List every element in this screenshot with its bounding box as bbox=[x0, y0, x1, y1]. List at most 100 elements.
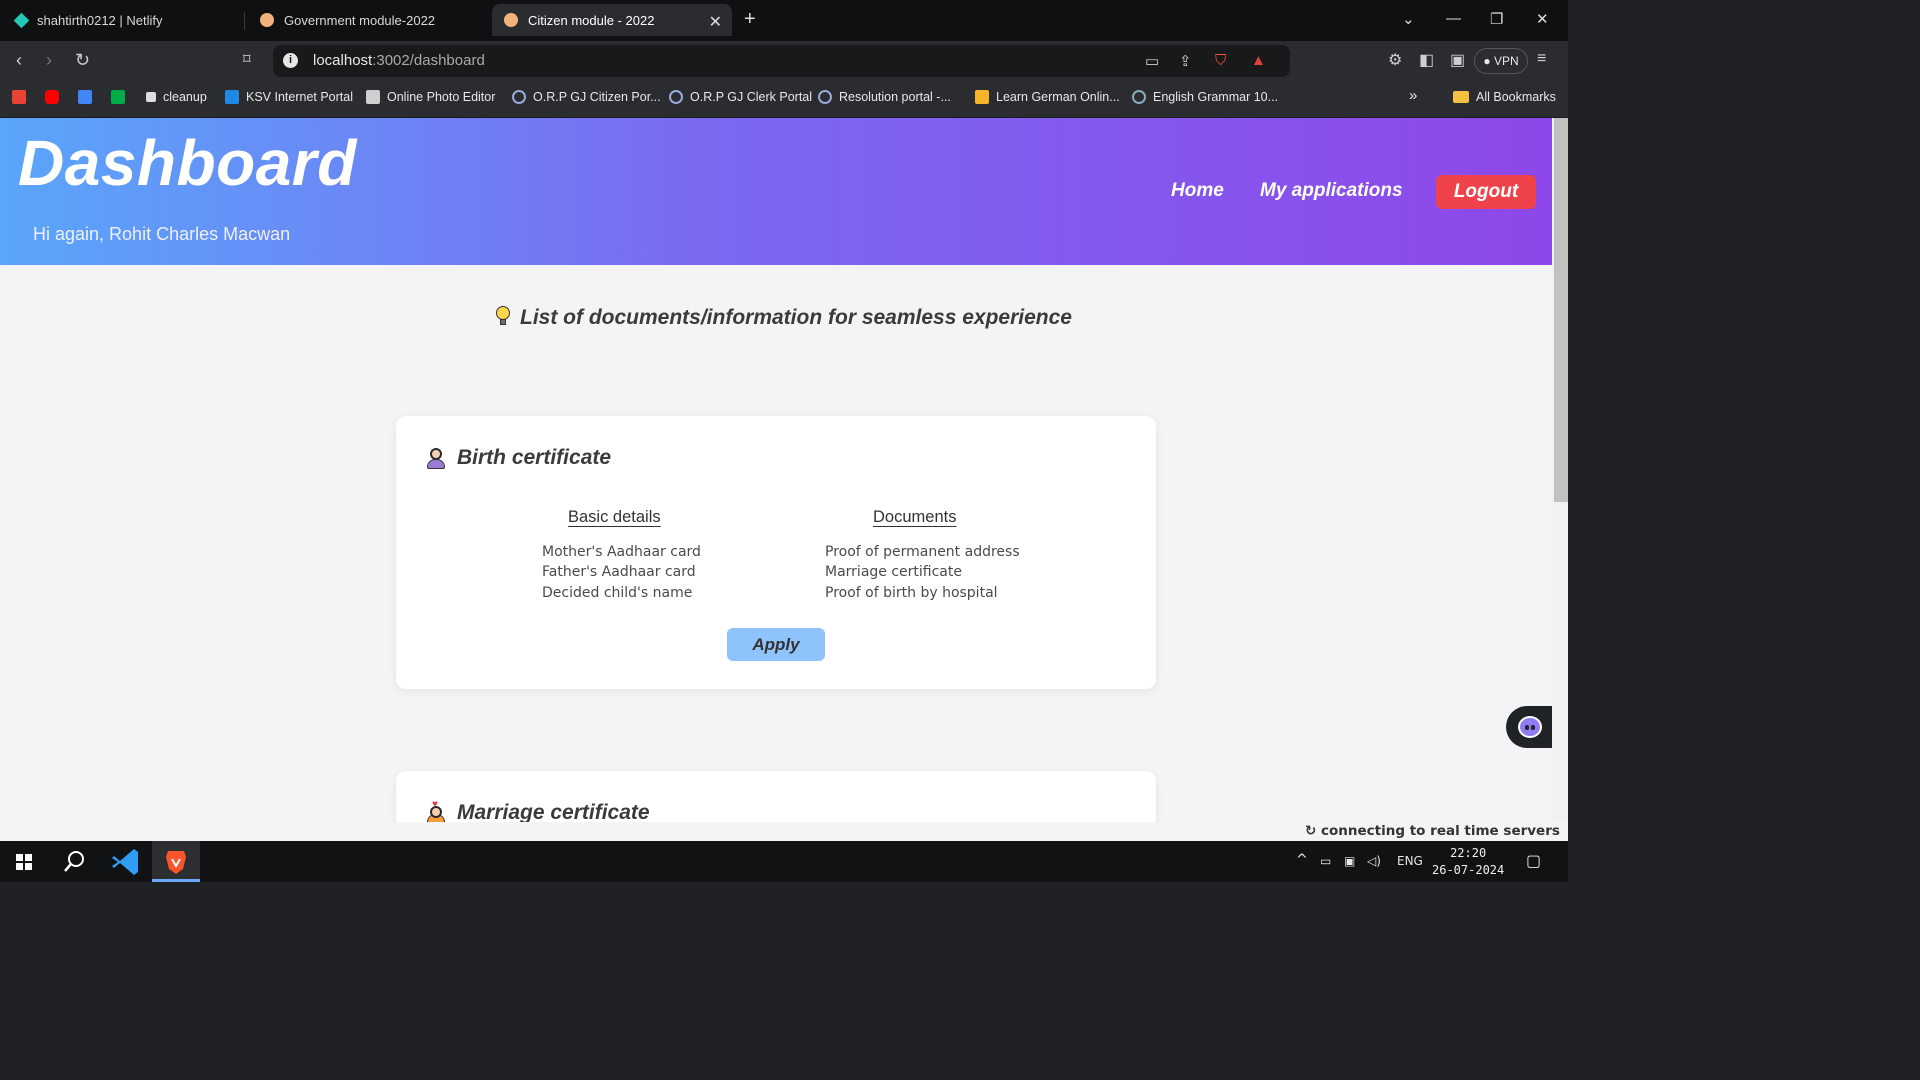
bookmark-orp-citizen[interactable]: O.R.P GJ Citizen Por... bbox=[512, 90, 661, 104]
card-title: Birth certificate bbox=[425, 446, 611, 470]
tab-netlify[interactable]: shahtirth0212 | Netlify bbox=[4, 4, 242, 36]
volume-icon[interactable]: ◁) bbox=[1367, 854, 1381, 868]
minimize-icon[interactable]: — bbox=[1446, 10, 1461, 27]
battery-icon[interactable]: ▭ bbox=[1320, 854, 1331, 868]
vscode-taskbar-app[interactable] bbox=[102, 841, 150, 882]
cast-icon[interactable]: ▭ bbox=[1145, 52, 1159, 70]
vscode-icon bbox=[112, 849, 138, 875]
connection-status: ↻ connecting to real time servers bbox=[1305, 823, 1560, 839]
brave-rewards-icon[interactable]: ▲ bbox=[1251, 52, 1266, 69]
brush-icon bbox=[146, 92, 156, 102]
tab-separator bbox=[244, 12, 245, 30]
bookmark-photo-editor[interactable]: Online Photo Editor bbox=[366, 90, 495, 104]
all-bookmarks[interactable]: All Bookmarks bbox=[1453, 90, 1556, 104]
baby-icon bbox=[425, 447, 447, 469]
document-item: Proof of birth by hospital bbox=[825, 585, 998, 601]
gmail-icon bbox=[12, 90, 26, 104]
search-button[interactable] bbox=[50, 841, 98, 882]
tab-title: Government module-2022 bbox=[284, 12, 436, 28]
notifications-icon[interactable]: ▢ bbox=[1526, 851, 1541, 870]
bookmarks-bar: cleanup KSV Internet Portal Online Photo… bbox=[0, 80, 1568, 118]
power-icon bbox=[1132, 90, 1146, 104]
chatbot-icon bbox=[1518, 716, 1542, 738]
birth-certificate-card: Birth certificate Basic details Mother's… bbox=[396, 416, 1156, 689]
bookmark-meet[interactable] bbox=[111, 90, 132, 104]
clock-date: 26-07-2024 bbox=[1432, 863, 1505, 877]
tab-citizen-module[interactable]: Citizen module - 2022 ✕ bbox=[492, 4, 732, 36]
bookmark-cleanup[interactable]: cleanup bbox=[146, 90, 207, 104]
sidebar-icon[interactable]: ◧ bbox=[1419, 50, 1434, 70]
basic-detail-item: Father's Aadhaar card bbox=[542, 564, 696, 580]
nav-home[interactable]: Home bbox=[1171, 180, 1224, 202]
bookmark-resolution-portal[interactable]: Resolution portal -... bbox=[818, 90, 951, 104]
tab-title: shahtirth0212 | Netlify bbox=[37, 12, 163, 28]
bookmark-ksv[interactable]: KSV Internet Portal bbox=[225, 90, 353, 104]
close-tab-icon[interactable]: ✕ bbox=[709, 12, 722, 32]
network-icon[interactable]: ▣ bbox=[1344, 854, 1355, 868]
scrollbar-thumb[interactable] bbox=[1554, 118, 1568, 502]
bookmark-youtube[interactable] bbox=[45, 90, 66, 104]
clock-time: 22:20 bbox=[1450, 846, 1487, 860]
brave-taskbar-app[interactable] bbox=[152, 841, 200, 882]
address-bar[interactable]: i localhost:3002/dashboard ▭ ⇪ ⛉ ▲ bbox=[273, 45, 1290, 77]
browser-toolbar: ‹ › ↻ ⌑ i localhost:3002/dashboard ▭ ⇪ ⛉… bbox=[0, 41, 1568, 80]
apply-button[interactable]: Apply bbox=[727, 628, 825, 661]
document-item: Proof of permanent address bbox=[825, 544, 1020, 560]
brave-shield-icon[interactable]: ⛉ bbox=[1215, 52, 1226, 69]
document-item: Marriage certificate bbox=[825, 564, 962, 580]
close-window-icon[interactable]: ✕ bbox=[1536, 10, 1549, 28]
user-icon bbox=[260, 13, 274, 27]
react-icon bbox=[669, 90, 683, 104]
url-text: localhost:3002/dashboard bbox=[313, 52, 485, 69]
netlify-icon bbox=[13, 12, 30, 28]
dashboard-header: Dashboard Hi again, Rohit Charles Macwan… bbox=[0, 118, 1552, 265]
taskbar-clock[interactable]: 22:20 26-07-2024 bbox=[1432, 845, 1504, 879]
tab-search-icon[interactable]: ⌄ bbox=[1402, 10, 1415, 28]
react-icon bbox=[512, 90, 526, 104]
show-hidden-icons-icon[interactable]: ^ bbox=[1296, 852, 1308, 868]
nav-my-applications[interactable]: My applications bbox=[1260, 180, 1403, 202]
search-icon bbox=[64, 851, 84, 872]
tab-title: Citizen module - 2022 bbox=[528, 12, 655, 28]
bookmark-english-grammar[interactable]: English Grammar 10... bbox=[1132, 90, 1278, 104]
ksv-icon bbox=[225, 90, 239, 104]
site-info-icon[interactable]: i bbox=[283, 53, 298, 68]
menu-icon[interactable]: ≡ bbox=[1537, 50, 1546, 68]
google-meet-icon bbox=[111, 90, 125, 104]
card-title: ♥ Marriage certificate bbox=[425, 799, 650, 822]
basic-detail-item: Mother's Aadhaar card bbox=[542, 544, 701, 560]
bookmark-orp-clerk[interactable]: O.R.P GJ Clerk Portal bbox=[669, 90, 812, 104]
chatbot-button[interactable] bbox=[1506, 706, 1552, 748]
more-bookmarks-icon[interactable]: » bbox=[1409, 87, 1417, 104]
bookmark-icon[interactable]: ⌑ bbox=[243, 50, 251, 68]
bookmark-learn-german[interactable]: Learn German Onlin... bbox=[975, 90, 1120, 104]
extensions-icon[interactable]: ⚙ bbox=[1388, 50, 1402, 70]
couple-icon: ♥ bbox=[425, 799, 447, 822]
restore-icon[interactable]: ❐ bbox=[1490, 10, 1503, 28]
bookmark-translate[interactable] bbox=[78, 90, 99, 104]
logout-button[interactable]: Logout bbox=[1436, 175, 1536, 209]
documents-heading: Documents bbox=[873, 508, 957, 526]
back-icon[interactable]: ‹ bbox=[16, 50, 22, 71]
folder-icon bbox=[1453, 91, 1469, 103]
language-indicator[interactable]: ENG bbox=[1397, 854, 1423, 868]
vpn-button[interactable]: ● VPN bbox=[1474, 48, 1528, 74]
user-icon bbox=[504, 13, 518, 27]
forward-icon[interactable]: › bbox=[46, 50, 52, 71]
new-tab-button[interactable]: + bbox=[744, 8, 756, 31]
brave-icon bbox=[166, 851, 186, 874]
dl-icon bbox=[975, 90, 989, 104]
screen: shahtirth0212 | Netlify Government modul… bbox=[0, 0, 1568, 882]
start-button[interactable] bbox=[0, 841, 48, 882]
bookmark-gmail[interactable] bbox=[12, 90, 33, 104]
documents-list-heading: List of documents/information for seamle… bbox=[0, 306, 1552, 330]
tab-government-module[interactable]: Government module-2022 bbox=[248, 4, 488, 36]
photo-editor-icon bbox=[366, 90, 380, 104]
page-scrollbar[interactable] bbox=[1552, 118, 1568, 822]
basic-details-heading: Basic details bbox=[568, 508, 661, 526]
lightbulb-icon bbox=[496, 306, 510, 326]
share-icon[interactable]: ⇪ bbox=[1179, 52, 1192, 70]
windows-taskbar: ^ ▭ ▣ ◁) ENG 22:20 26-07-2024 ▢ bbox=[0, 841, 1568, 882]
wallet-icon[interactable]: ▣ bbox=[1450, 50, 1465, 70]
reload-icon[interactable]: ↻ bbox=[75, 50, 90, 71]
